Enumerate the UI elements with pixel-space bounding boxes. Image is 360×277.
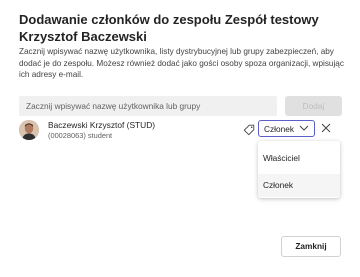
selected-user-row: Baczewski Krzysztof (STUD) (00028063) st… (19, 118, 344, 142)
menu-item-member[interactable]: Członek (258, 174, 340, 197)
tag-icon[interactable] (243, 124, 255, 136)
role-dropdown-menu: Właściciel Członek (258, 141, 340, 198)
user-subtitle: (00028063) student (48, 131, 113, 140)
role-select[interactable]: Członek (258, 120, 315, 137)
dialog-description: Zacznij wpisywać nazwę użytkownika, list… (19, 47, 344, 79)
add-button[interactable]: Dodaj (285, 96, 342, 116)
chevron-down-icon (299, 125, 309, 131)
avatar (19, 120, 39, 140)
close-button[interactable]: Zamknij (281, 236, 341, 257)
search-input[interactable] (19, 96, 277, 116)
add-members-dialog: Dodawanie członków do zespołu Zespół tes… (0, 0, 360, 277)
menu-item-owner[interactable]: Właściciel (258, 147, 340, 170)
dialog-title: Dodawanie członków do zespołu Zespół tes… (19, 12, 319, 44)
user-name: Baczewski Krzysztof (STUD) (48, 120, 156, 130)
role-select-value: Członek (264, 124, 294, 134)
remove-user-close-icon[interactable] (321, 123, 331, 133)
